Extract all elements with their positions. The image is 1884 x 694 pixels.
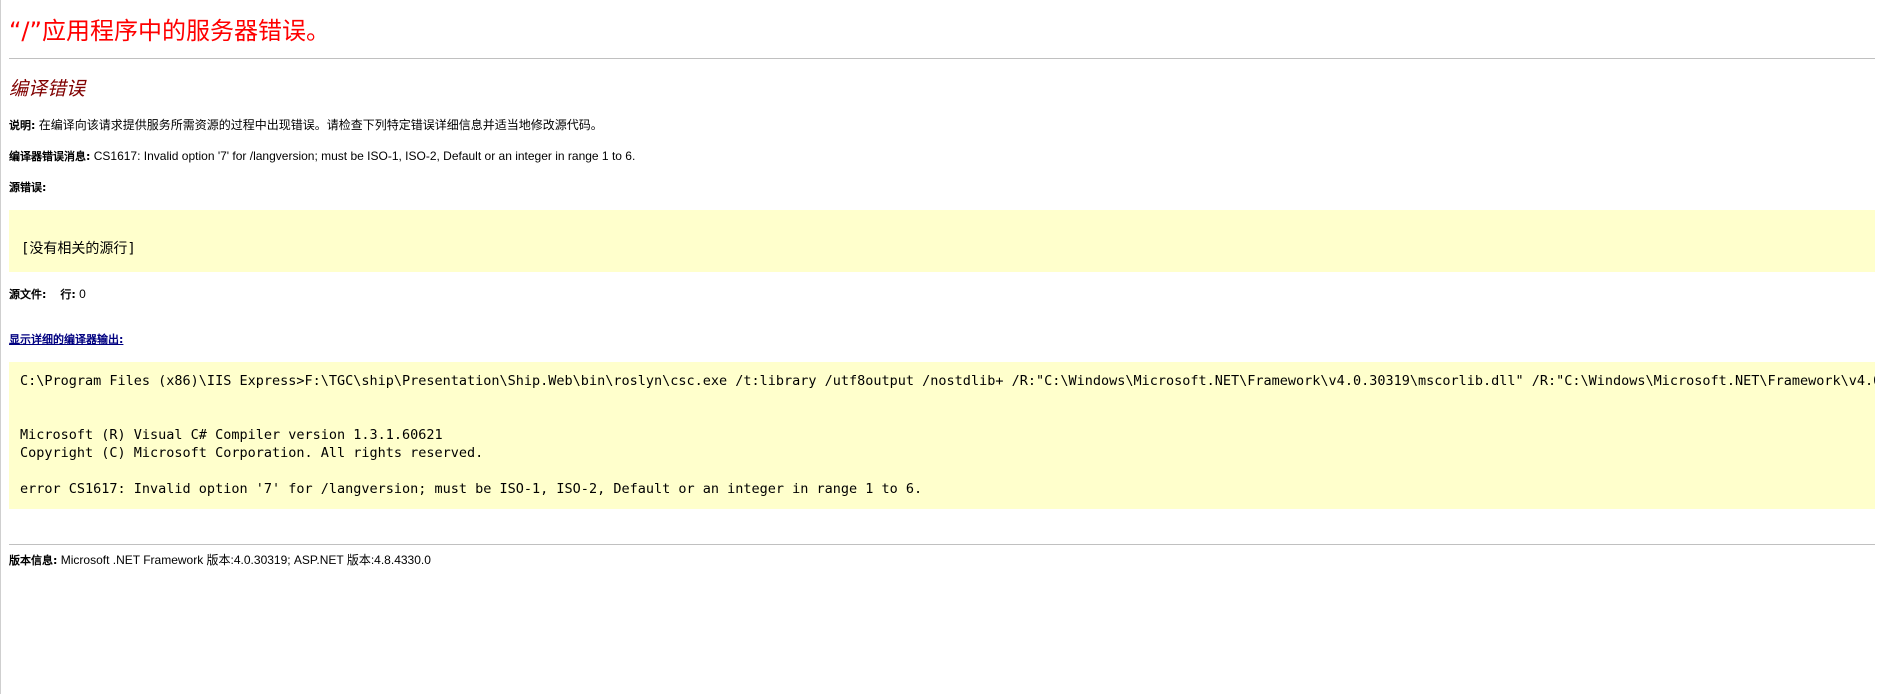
description-label: 说明: xyxy=(9,119,36,132)
compiler-error-line: error CS1617: Invalid option '7' for /la… xyxy=(20,481,923,497)
source-line-value: 0 xyxy=(75,287,86,301)
compiler-version-line: Microsoft (R) Visual C# Compiler version… xyxy=(20,427,443,443)
page-title: “/”应用程序中的服务器错误。 xyxy=(9,17,330,45)
version-info-label: 版本信息: xyxy=(9,554,58,567)
compiler-message-text: CS1617: Invalid option '7' for /langvers… xyxy=(90,149,636,163)
output-spacer xyxy=(20,462,1875,480)
output-spacer xyxy=(20,408,1875,426)
source-error-line: 源错误: xyxy=(9,179,46,196)
source-line-label: 行: xyxy=(60,288,76,301)
version-info-text: Microsoft .NET Framework 版本:4.0.30319; A… xyxy=(57,553,431,567)
compiler-command-line: C:\Program Files (x86)\IIS Express>F:\TG… xyxy=(20,373,1875,389)
compiler-message-line: 编译器错误消息: CS1617: Invalid option '7' for … xyxy=(9,148,635,165)
source-error-code-box: [没有相关的源行] xyxy=(9,210,1875,272)
title-divider xyxy=(9,58,1875,59)
show-compiler-output-link[interactable]: 显示详细的编译器输出: xyxy=(9,332,123,348)
source-file-label: 源文件: xyxy=(9,288,47,301)
source-error-label: 源错误: xyxy=(9,181,47,194)
source-error-code: [没有相关的源行] xyxy=(21,241,136,257)
compiler-message-label: 编译器错误消息: xyxy=(9,150,91,163)
error-page: { "page": { "title": "“/”应用程序中的服务器错误。", … xyxy=(0,0,1884,694)
error-type-heading: 编译错误 xyxy=(9,78,86,100)
output-spacer xyxy=(20,390,1875,408)
description-line: 说明: 在编译向该请求提供服务所需资源的过程中出现错误。请检查下列特定错误详细信… xyxy=(9,117,603,134)
source-file-line: 源文件: 行: 0 xyxy=(9,286,86,303)
version-info-line: 版本信息: Microsoft .NET Framework 版本:4.0.30… xyxy=(9,552,431,569)
footer-divider xyxy=(9,544,1875,545)
compiler-copyright-line: Copyright (C) Microsoft Corporation. All… xyxy=(20,445,484,461)
description-text: 在编译向该请求提供服务所需资源的过程中出现错误。请检查下列特定错误详细信息并适当… xyxy=(35,118,603,132)
compiler-output-box: C:\Program Files (x86)\IIS Express>F:\TG… xyxy=(9,362,1875,509)
